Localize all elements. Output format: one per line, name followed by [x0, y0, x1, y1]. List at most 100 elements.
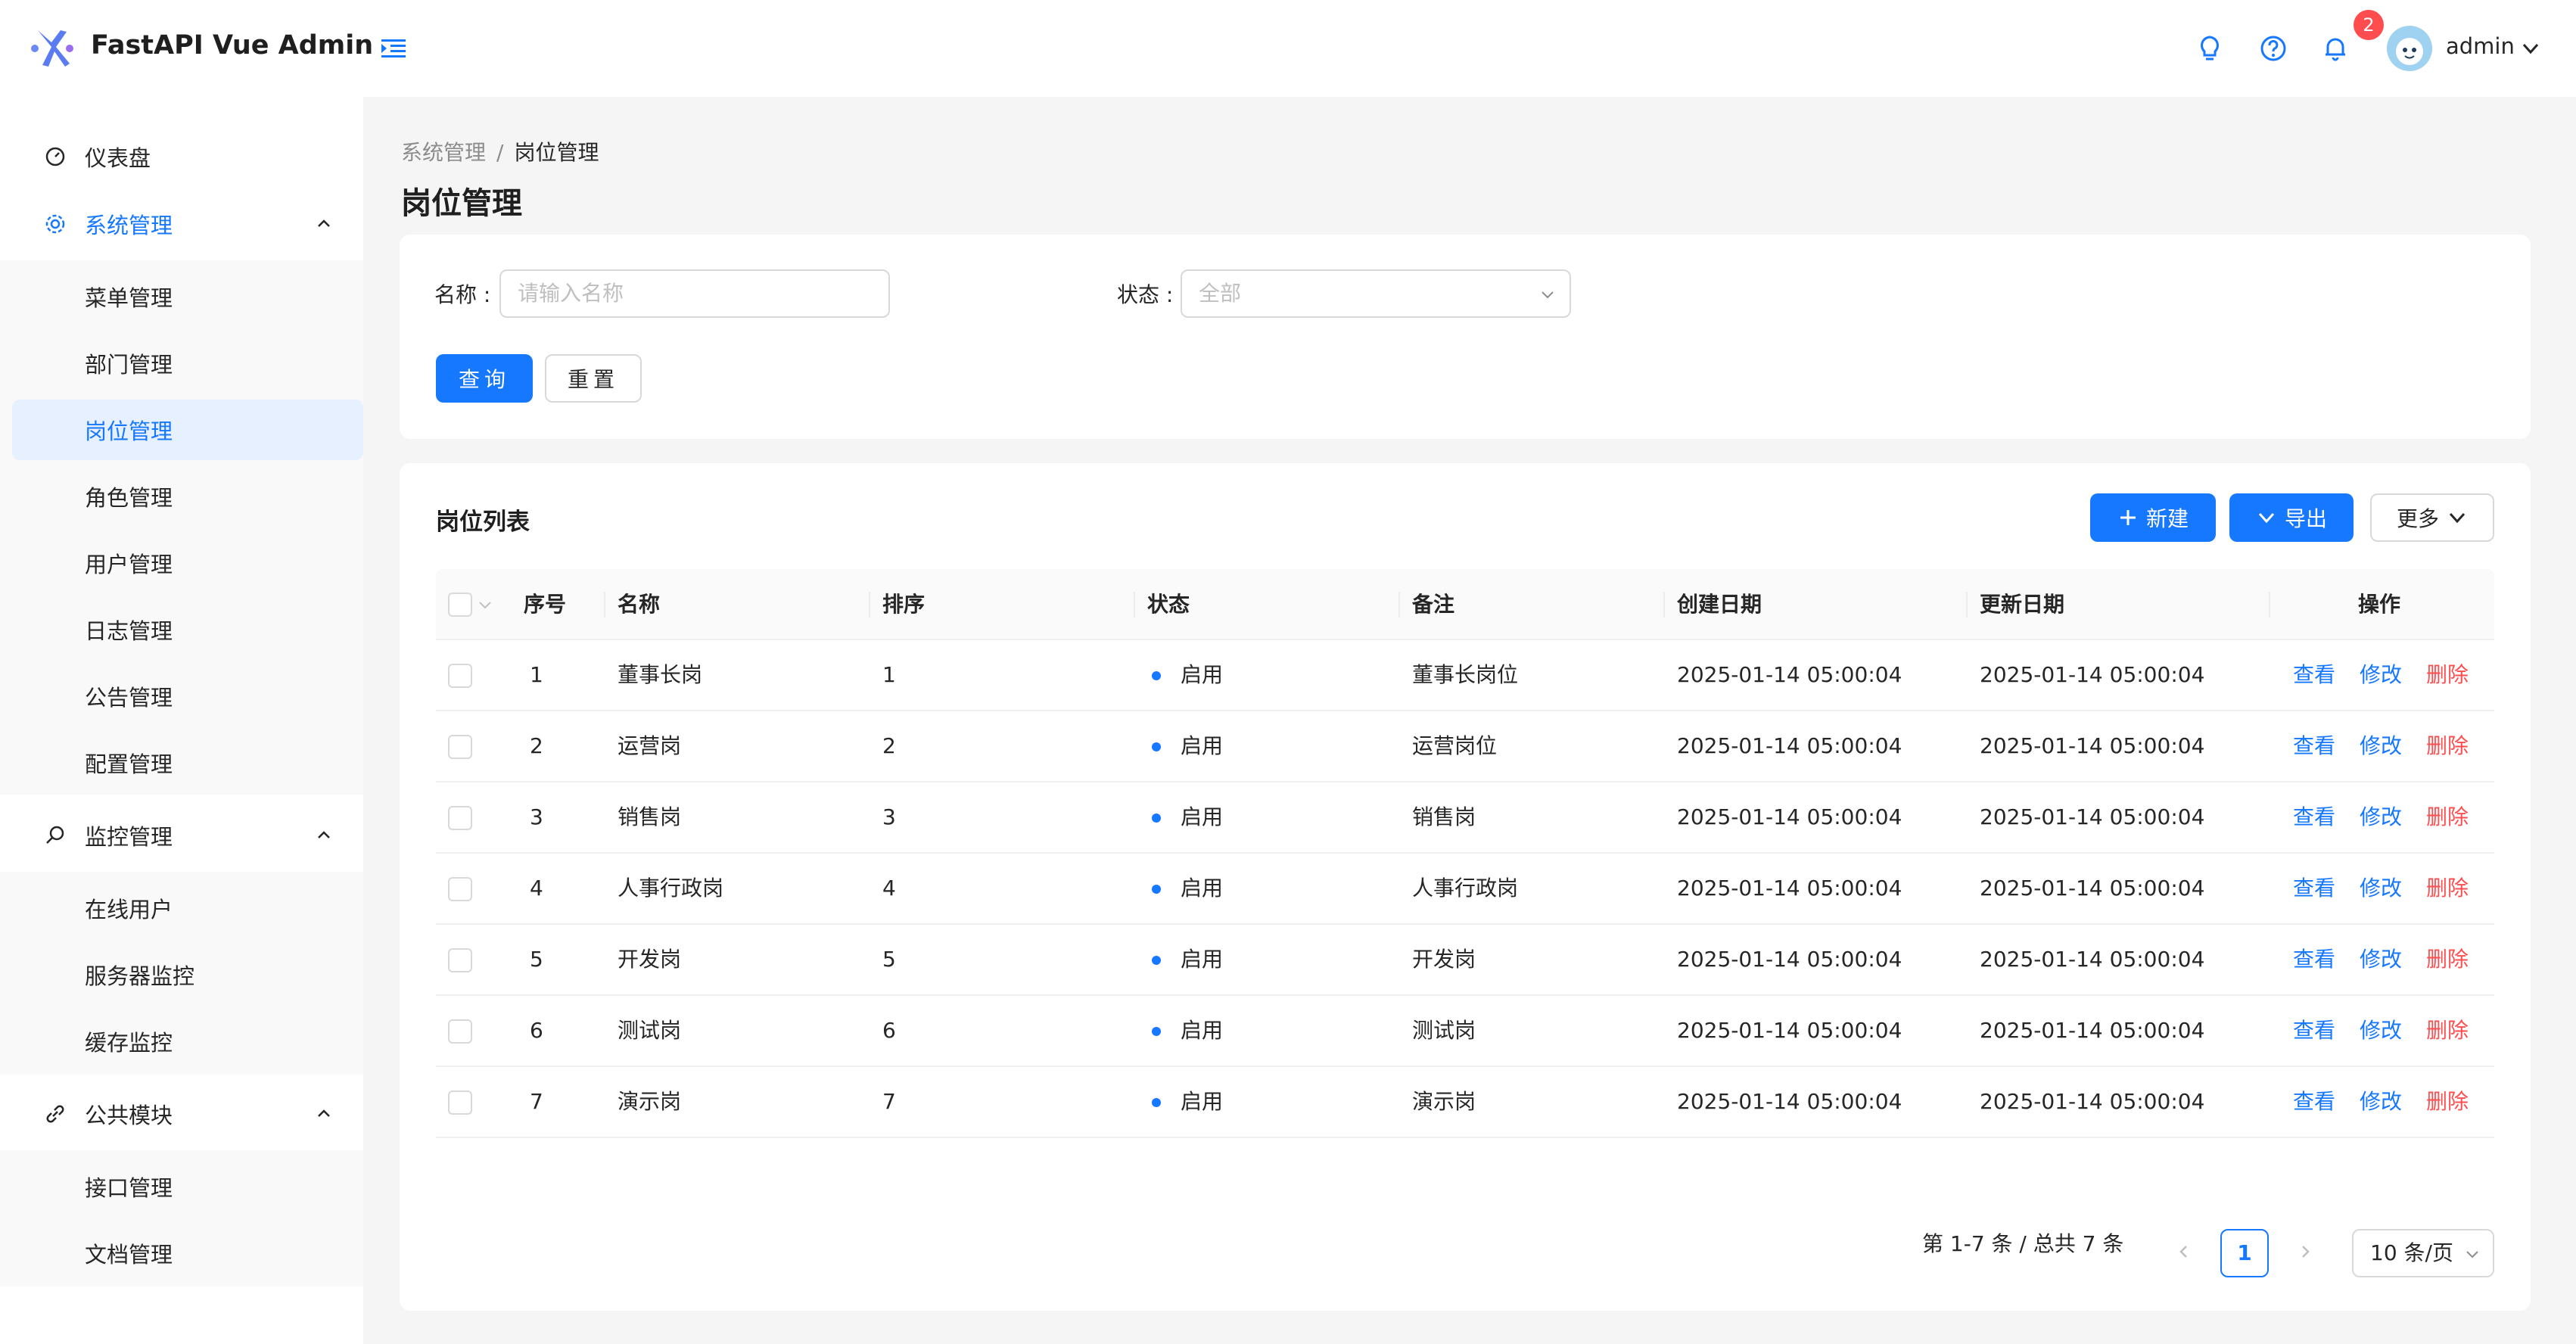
status-dot	[1152, 671, 1161, 680]
view-link[interactable]: 查看	[2293, 640, 2335, 710]
sidebar-item-menu[interactable]: 菜单管理	[12, 266, 363, 327]
row-checkbox[interactable]	[448, 664, 472, 688]
prev-page-icon[interactable]	[2175, 1243, 2193, 1261]
chevron-up-icon	[318, 831, 330, 838]
cell-order: 4	[882, 876, 896, 901]
username[interactable]: admin	[2446, 33, 2515, 59]
sidebar-item-api[interactable]: 接口管理	[12, 1156, 363, 1217]
view-link[interactable]: 查看	[2293, 854, 2335, 923]
sidebar-item-label: 接口管理	[85, 1175, 173, 1201]
question-icon[interactable]	[2258, 33, 2288, 64]
cell-order: 5	[882, 947, 896, 972]
page-size-value: 10 条/页	[2370, 1240, 2453, 1265]
edit-link[interactable]: 修改	[2360, 996, 2402, 1066]
select-all-checkbox[interactable]	[448, 593, 472, 617]
more-button-label: 更多	[2396, 506, 2439, 531]
page-title: 岗位管理	[401, 186, 522, 221]
chevron-down-icon[interactable]	[477, 596, 493, 613]
page-size-select[interactable]: 10 条/页	[2352, 1229, 2494, 1277]
view-link[interactable]: 查看	[2293, 1067, 2335, 1137]
edit-link[interactable]: 修改	[2360, 640, 2402, 710]
sidebar-group-common[interactable]: 公共模块	[12, 1084, 363, 1144]
sidebar-item-label: 缓存监控	[85, 1030, 173, 1056]
table-row: 4 人事行政岗 4 启用 人事行政岗 2025-01-14 05:00:04 2025-01…	[436, 854, 2494, 925]
cell-remark: 运营岗位	[1412, 733, 1498, 758]
chevron-down-icon[interactable]	[2520, 38, 2541, 59]
view-link[interactable]: 查看	[2293, 711, 2335, 781]
delete-link[interactable]: 删除	[2426, 1067, 2469, 1137]
delete-link[interactable]: 删除	[2426, 711, 2469, 781]
edit-link[interactable]: 修改	[2360, 782, 2402, 852]
link-icon	[46, 1105, 64, 1123]
sidebar-item-online-users[interactable]: 在线用户	[12, 878, 363, 938]
edit-link[interactable]: 修改	[2360, 925, 2402, 994]
row-checkbox[interactable]	[448, 877, 472, 901]
row-checkbox[interactable]	[448, 1019, 472, 1044]
sidebar-item-role[interactable]: 角色管理	[12, 466, 363, 527]
sidebar-item-cache-monitor[interactable]: 缓存监控	[12, 1011, 363, 1072]
cell-updated: 2025-01-14 05:00:04	[1980, 804, 2205, 829]
next-page-icon[interactable]	[2296, 1243, 2314, 1261]
cell-order: 3	[882, 804, 896, 829]
delete-link[interactable]: 删除	[2426, 996, 2469, 1066]
cell-order: 2	[882, 733, 896, 758]
row-checkbox[interactable]	[448, 735, 472, 759]
notification-badge: 2	[2354, 10, 2384, 40]
view-link[interactable]: 查看	[2293, 996, 2335, 1066]
delete-link[interactable]: 删除	[2426, 640, 2469, 710]
sidebar-group-system[interactable]: 系统管理	[12, 194, 363, 254]
sidebar-item-config[interactable]: 配置管理	[12, 733, 363, 793]
row-checkbox[interactable]	[448, 948, 472, 972]
reset-button[interactable]: 重置	[545, 354, 642, 403]
avatar[interactable]	[2387, 26, 2432, 71]
table-row: 6 测试岗 6 启用 测试岗 2025-01-14 05:00:04 2025-01-14 …	[436, 996, 2494, 1067]
row-checkbox[interactable]	[448, 806, 472, 830]
query-button[interactable]: 查询	[436, 354, 533, 403]
sidebar-item-dashboard[interactable]: 仪表盘	[12, 126, 363, 187]
cell-remark: 销售岗	[1412, 804, 1476, 829]
row-checkbox[interactable]	[448, 1090, 472, 1115]
sidebar-item-dept[interactable]: 部门管理	[12, 333, 363, 394]
view-link[interactable]: 查看	[2293, 925, 2335, 994]
status-dot	[1152, 1027, 1161, 1036]
bulb-icon[interactable]	[2195, 33, 2225, 64]
export-button[interactable]: 导出	[2229, 493, 2354, 542]
delete-link[interactable]: 删除	[2426, 782, 2469, 852]
edit-link[interactable]: 修改	[2360, 711, 2402, 781]
sidebar-item-server-monitor[interactable]: 服务器监控	[12, 944, 363, 1005]
breadcrumb-parent[interactable]: 系统管理	[401, 140, 486, 165]
menu-fold-icon[interactable]	[378, 33, 409, 64]
sidebar-item-notice[interactable]: 公告管理	[12, 666, 363, 726]
search-card: 名称 : 请输入名称 状态 : 全部 查询 重置	[400, 235, 2531, 439]
bell-icon[interactable]	[2320, 33, 2350, 64]
sidebar-item-position[interactable]: 岗位管理	[12, 400, 363, 460]
name-input[interactable]: 请输入名称	[499, 269, 890, 318]
more-button[interactable]: 更多	[2370, 493, 2494, 542]
table-row: 7 演示岗 7 启用 演示岗 2025-01-14 05:00:04 2025-01-14 …	[436, 1067, 2494, 1138]
chevron-down-icon	[2466, 1251, 2478, 1258]
new-button[interactable]: 新建	[2090, 493, 2216, 542]
sidebar-item-docs[interactable]: 文档管理	[12, 1223, 363, 1283]
sidebar-group-monitor[interactable]: 监控管理	[12, 805, 363, 866]
page-1-button[interactable]: 1	[2220, 1229, 2269, 1277]
view-link[interactable]: 查看	[2293, 782, 2335, 852]
chevron-down-icon	[2449, 512, 2466, 524]
delete-link[interactable]: 删除	[2426, 854, 2469, 923]
col-actions: 操作	[2358, 592, 2401, 617]
pagination-summary: 第 1-7 条 / 总共 7 条	[1922, 1231, 2124, 1256]
chevron-up-icon	[318, 219, 330, 227]
status-select[interactable]: 全部	[1181, 269, 1571, 318]
cell-remark: 董事长岗位	[1412, 662, 1519, 687]
edit-link[interactable]: 修改	[2360, 854, 2402, 923]
status-dot	[1152, 956, 1161, 965]
edit-link[interactable]: 修改	[2360, 1067, 2402, 1137]
avatar-face-icon	[2396, 38, 2423, 65]
cell-created: 2025-01-14 05:00:04	[1677, 947, 1902, 972]
sidebar-item-log[interactable]: 日志管理	[12, 599, 363, 660]
sidebar-item-user[interactable]: 用户管理	[12, 533, 363, 593]
delete-link[interactable]: 删除	[2426, 925, 2469, 994]
sidebar-group-label: 公共模块	[85, 1103, 173, 1128]
cell-order: 7	[882, 1089, 896, 1114]
cell-status: 启用	[1181, 1089, 1224, 1114]
sidebar-item-label: 仪表盘	[85, 145, 151, 171]
